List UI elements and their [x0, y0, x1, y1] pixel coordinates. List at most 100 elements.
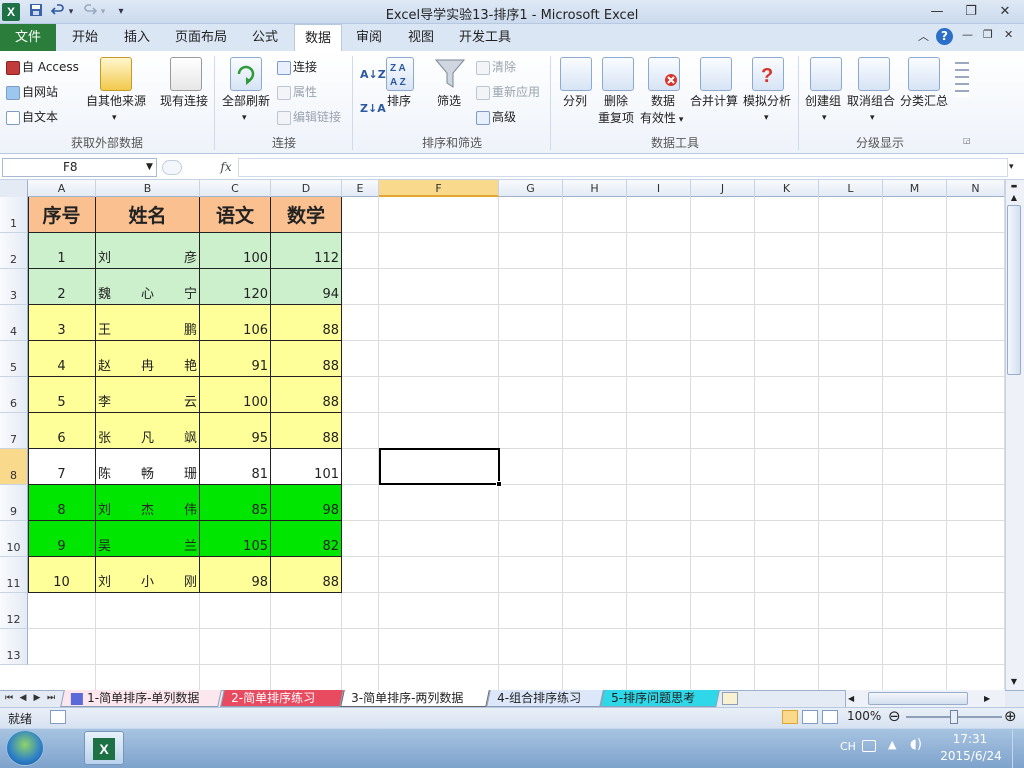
- sheet-tab-4[interactable]: 4-组合排序练习: [486, 690, 604, 707]
- cell-chinese-score[interactable]: 95: [200, 413, 271, 449]
- other-sources-dropdown-icon[interactable]: ▾: [112, 110, 117, 127]
- fill-handle[interactable]: [496, 481, 502, 487]
- table-header-cell[interactable]: 序号: [28, 197, 96, 233]
- column-header-f[interactable]: F: [379, 180, 499, 197]
- existing-connections-button[interactable]: 现有连接: [160, 93, 208, 110]
- row-header-11[interactable]: 11: [0, 557, 28, 593]
- dialog-launcher-icon[interactable]: ◲: [963, 136, 973, 146]
- page-break-view-icon[interactable]: [822, 710, 838, 724]
- save-icon[interactable]: [28, 3, 44, 21]
- properties-button[interactable]: 属性: [277, 84, 317, 101]
- start-button-icon[interactable]: [6, 730, 44, 766]
- prev-sheet-icon[interactable]: ◀: [18, 690, 28, 707]
- what-if-analysis-button[interactable]: 模拟分析: [743, 93, 791, 110]
- sheet-tab-2[interactable]: 2-简单排序练习: [220, 690, 344, 707]
- tab-developer[interactable]: 开发工具: [452, 24, 518, 51]
- first-sheet-icon[interactable]: ⏮: [4, 690, 14, 707]
- excel-app-icon[interactable]: X: [2, 3, 20, 21]
- normal-view-icon[interactable]: [782, 710, 798, 724]
- row-header-7[interactable]: 7: [0, 413, 28, 449]
- group-dropdown-icon[interactable]: ▾: [822, 110, 827, 127]
- cell-name[interactable]: 陈畅珊: [96, 449, 200, 485]
- scroll-left-icon[interactable]: ◀: [848, 692, 858, 705]
- sheet-tab-5[interactable]: 5-排序问题思考: [600, 690, 720, 707]
- cell-chinese-score[interactable]: 105: [200, 521, 271, 557]
- column-header-j[interactable]: J: [691, 180, 755, 197]
- cell-chinese-score[interactable]: 106: [200, 305, 271, 341]
- help-icon[interactable]: ?: [936, 28, 953, 45]
- taskbar-excel-icon[interactable]: X: [84, 731, 124, 765]
- column-header-i[interactable]: I: [627, 180, 691, 197]
- tab-home[interactable]: 开始: [62, 24, 108, 51]
- cell-math-score[interactable]: 101: [271, 449, 342, 485]
- formula-input[interactable]: [238, 158, 1008, 177]
- row-header-5[interactable]: 5: [0, 341, 28, 377]
- zoom-in-icon[interactable]: ⊕: [1004, 707, 1017, 725]
- cell-math-score[interactable]: 98: [271, 485, 342, 521]
- tab-data[interactable]: 数据: [294, 24, 342, 52]
- data-validation-button[interactable]: 数据: [651, 93, 675, 110]
- row-header-4[interactable]: 4: [0, 305, 28, 341]
- cell-serial-number[interactable]: 2: [28, 269, 96, 305]
- redo-dropdown-icon[interactable]: ▾: [98, 3, 108, 21]
- row-header-6[interactable]: 6: [0, 377, 28, 413]
- cell-name[interactable]: 刘小刚: [96, 557, 200, 593]
- keyboard-icon[interactable]: [862, 740, 876, 752]
- cell-chinese-score[interactable]: 120: [200, 269, 271, 305]
- cell-serial-number[interactable]: 7: [28, 449, 96, 485]
- select-all-button[interactable]: [0, 180, 28, 197]
- cell-math-score[interactable]: 112: [271, 233, 342, 269]
- show-desktop-button[interactable]: [1012, 730, 1024, 768]
- name-box-dropdown-icon[interactable]: ▼: [146, 160, 156, 175]
- sort-descending-button[interactable]: Z↓A: [360, 100, 386, 117]
- cell-name[interactable]: 张凡飒: [96, 413, 200, 449]
- zoom-slider-thumb[interactable]: [950, 710, 958, 724]
- close-icon[interactable]: ✕: [990, 2, 1020, 22]
- cell-name[interactable]: 赵冉艳: [96, 341, 200, 377]
- column-header-e[interactable]: E: [342, 180, 379, 197]
- clear-filter-button[interactable]: 清除: [476, 59, 516, 76]
- tab-view[interactable]: 视图: [398, 24, 444, 51]
- cell-serial-number[interactable]: 3: [28, 305, 96, 341]
- from-other-sources-button[interactable]: 自其他来源: [86, 93, 146, 110]
- sort-button[interactable]: 排序: [387, 93, 411, 110]
- tab-formulas[interactable]: 公式: [242, 24, 288, 51]
- macro-record-icon[interactable]: [50, 710, 66, 724]
- restore-icon[interactable]: ❐: [956, 2, 986, 22]
- customize-qat-icon[interactable]: ▾: [114, 3, 128, 21]
- column-header-h[interactable]: H: [563, 180, 627, 197]
- column-header-m[interactable]: M: [883, 180, 947, 197]
- workbook-minimize-icon[interactable]: —: [962, 28, 976, 44]
- formula-bar-handle[interactable]: [162, 160, 182, 175]
- cell-name[interactable]: 刘杰伟: [96, 485, 200, 521]
- cell-math-score[interactable]: 88: [271, 377, 342, 413]
- table-header-cell[interactable]: 数学: [271, 197, 342, 233]
- remove-duplicates-button-line2[interactable]: 重复项: [598, 110, 634, 127]
- minimize-icon[interactable]: —: [922, 2, 952, 22]
- scroll-right-icon[interactable]: ▶: [984, 692, 994, 705]
- cell-serial-number[interactable]: 1: [28, 233, 96, 269]
- cell-name[interactable]: 王鹏: [96, 305, 200, 341]
- cell-serial-number[interactable]: 10: [28, 557, 96, 593]
- create-group-button[interactable]: 创建组: [805, 93, 841, 110]
- cell-name[interactable]: 李云: [96, 377, 200, 413]
- cell-serial-number[interactable]: 5: [28, 377, 96, 413]
- sort-ascending-button[interactable]: A↓Z: [360, 66, 386, 83]
- cell-name[interactable]: 魏心宁: [96, 269, 200, 305]
- what-if-dropdown-icon[interactable]: ▾: [764, 110, 769, 127]
- vertical-scroll-thumb[interactable]: [1007, 205, 1021, 375]
- cell-math-score[interactable]: 94: [271, 269, 342, 305]
- workbook-restore-icon[interactable]: ❐: [983, 28, 997, 44]
- cell-serial-number[interactable]: 8: [28, 485, 96, 521]
- subtotal-button[interactable]: 分类汇总: [900, 93, 948, 110]
- cell-chinese-score[interactable]: 81: [200, 449, 271, 485]
- language-indicator[interactable]: CH: [840, 740, 856, 753]
- connections-button[interactable]: 连接: [277, 59, 317, 76]
- cell-chinese-score[interactable]: 85: [200, 485, 271, 521]
- row-header-3[interactable]: 3: [0, 269, 28, 305]
- from-web-button[interactable]: 自网站: [6, 84, 58, 101]
- column-header-k[interactable]: K: [755, 180, 819, 197]
- last-sheet-icon[interactable]: ⏭: [46, 690, 56, 707]
- cell-name[interactable]: 刘彦: [96, 233, 200, 269]
- cell-math-score[interactable]: 88: [271, 341, 342, 377]
